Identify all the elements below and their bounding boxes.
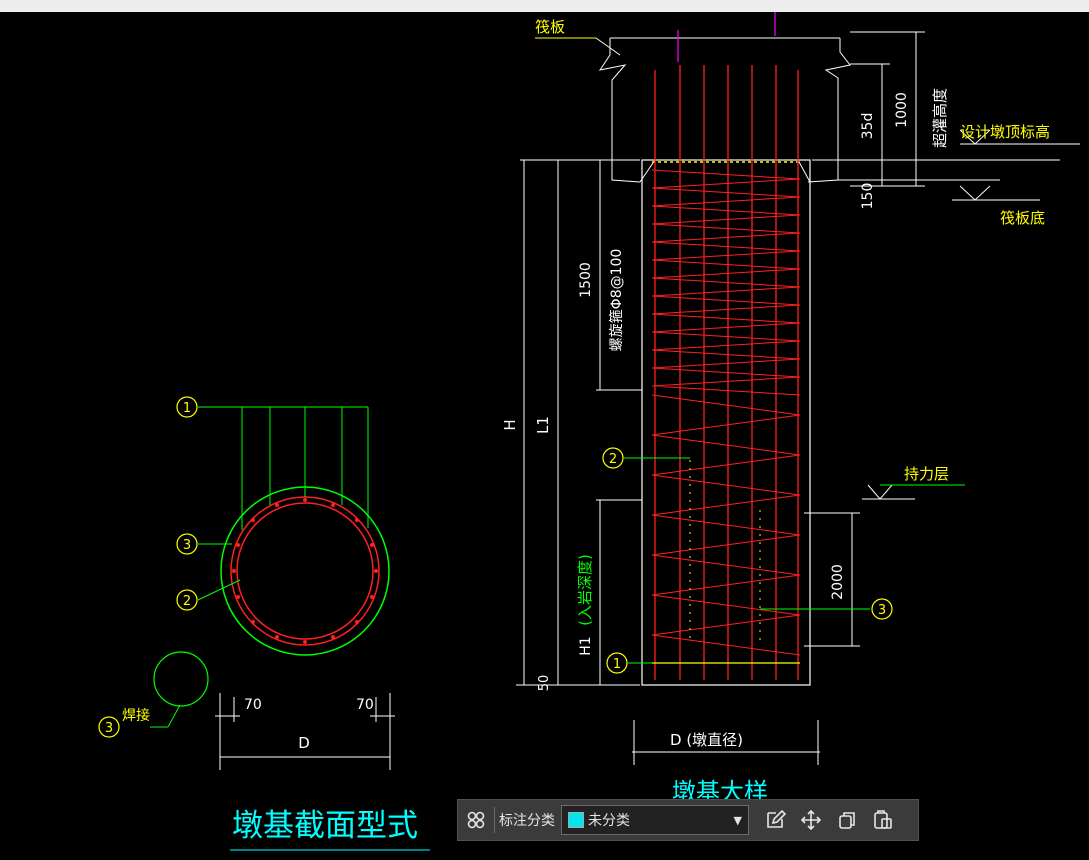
- elevation-leaders: [624, 457, 870, 664]
- dim-1000: 1000: [894, 92, 910, 128]
- dim-70-left: 70: [244, 697, 262, 713]
- super-pour-label: 超灌高度: [931, 88, 949, 148]
- pier-body: [641, 159, 811, 686]
- dim-150: 150: [860, 183, 876, 210]
- weld-marker-text: 3: [105, 721, 113, 736]
- dim-D-pier: D (墩直径): [670, 731, 743, 749]
- edit-icon[interactable]: [757, 800, 793, 840]
- paste-icon[interactable]: [865, 800, 901, 840]
- category-select-value: 未分类: [588, 813, 630, 829]
- category-color-swatch: [568, 812, 584, 828]
- category-select[interactable]: 未分类 ▼: [561, 805, 749, 835]
- level-markers: [862, 129, 1080, 500]
- elevation-view: 35d 1000 150 超灌高度 设计墩顶标高 筏板底 持力层 筏板 1500…: [501, 12, 1080, 806]
- raft-leader-2: [595, 37, 621, 56]
- section-title: 墩基截面型式: [232, 808, 418, 844]
- dim-D: D: [298, 734, 310, 752]
- section-rebars: [232, 498, 378, 644]
- spiral-hoop-dense: [651, 169, 801, 396]
- dim-70-right: 70: [356, 697, 374, 713]
- raft-label: 筏板: [535, 18, 565, 36]
- dim-50: 50: [537, 675, 552, 692]
- elev-marker-2-text: 2: [609, 452, 617, 467]
- chevron-down-icon: ▼: [733, 813, 742, 827]
- marker-2-text: 2: [183, 594, 191, 609]
- section-leaders: [150, 406, 369, 728]
- toolbar-separator: [494, 807, 495, 833]
- cad-drawing-canvas[interactable]: 1 3 2 3 焊接 70 70 D 墩基截面型式 35d 1000 150 超…: [0, 12, 1089, 860]
- marker-3-text: 3: [183, 538, 191, 553]
- rock-depth-label: (入岩深度): [576, 554, 594, 626]
- left-dimensions: [516, 160, 860, 765]
- right-dimensions: [850, 31, 925, 187]
- section-view: 1 3 2 3 焊接 70 70 D 墩基截面型式: [98, 396, 430, 851]
- title-bar-strip: [0, 0, 1089, 12]
- weld-detail-circle: [153, 651, 209, 707]
- dim-1500: 1500: [578, 262, 594, 298]
- section-outer-circle: [220, 486, 390, 656]
- dim-35d: 35d: [860, 113, 876, 140]
- section-hoop-inner: [236, 502, 374, 640]
- annotation-toolbar: 标注分类 未分类 ▼: [457, 799, 919, 841]
- dim-2000: 2000: [830, 564, 846, 600]
- elev-marker-1-text: 1: [613, 657, 621, 672]
- bearing-layer-label: 持力层: [904, 465, 949, 483]
- spiral-hoop-label: 螺旋箍Φ8@100: [608, 249, 625, 352]
- design-top-label: 设计墩顶标高: [960, 123, 1050, 141]
- grid-icon[interactable]: [458, 800, 494, 840]
- category-label: 标注分类: [499, 813, 555, 829]
- center-axis: [677, 12, 776, 62]
- raft-bottom-label: 筏板底: [1000, 209, 1045, 227]
- weld-label: 焊接: [122, 707, 150, 724]
- copy-icon[interactable]: [829, 800, 865, 840]
- dim-H1: H1: [578, 636, 594, 655]
- elev-marker-3-text: 3: [878, 603, 886, 618]
- marker-1-text: 1: [183, 401, 191, 416]
- move-icon[interactable]: [793, 800, 829, 840]
- dim-H: H: [501, 419, 519, 430]
- spiral-hoop-sparse: [651, 394, 801, 656]
- dim-L1: L1: [534, 416, 552, 434]
